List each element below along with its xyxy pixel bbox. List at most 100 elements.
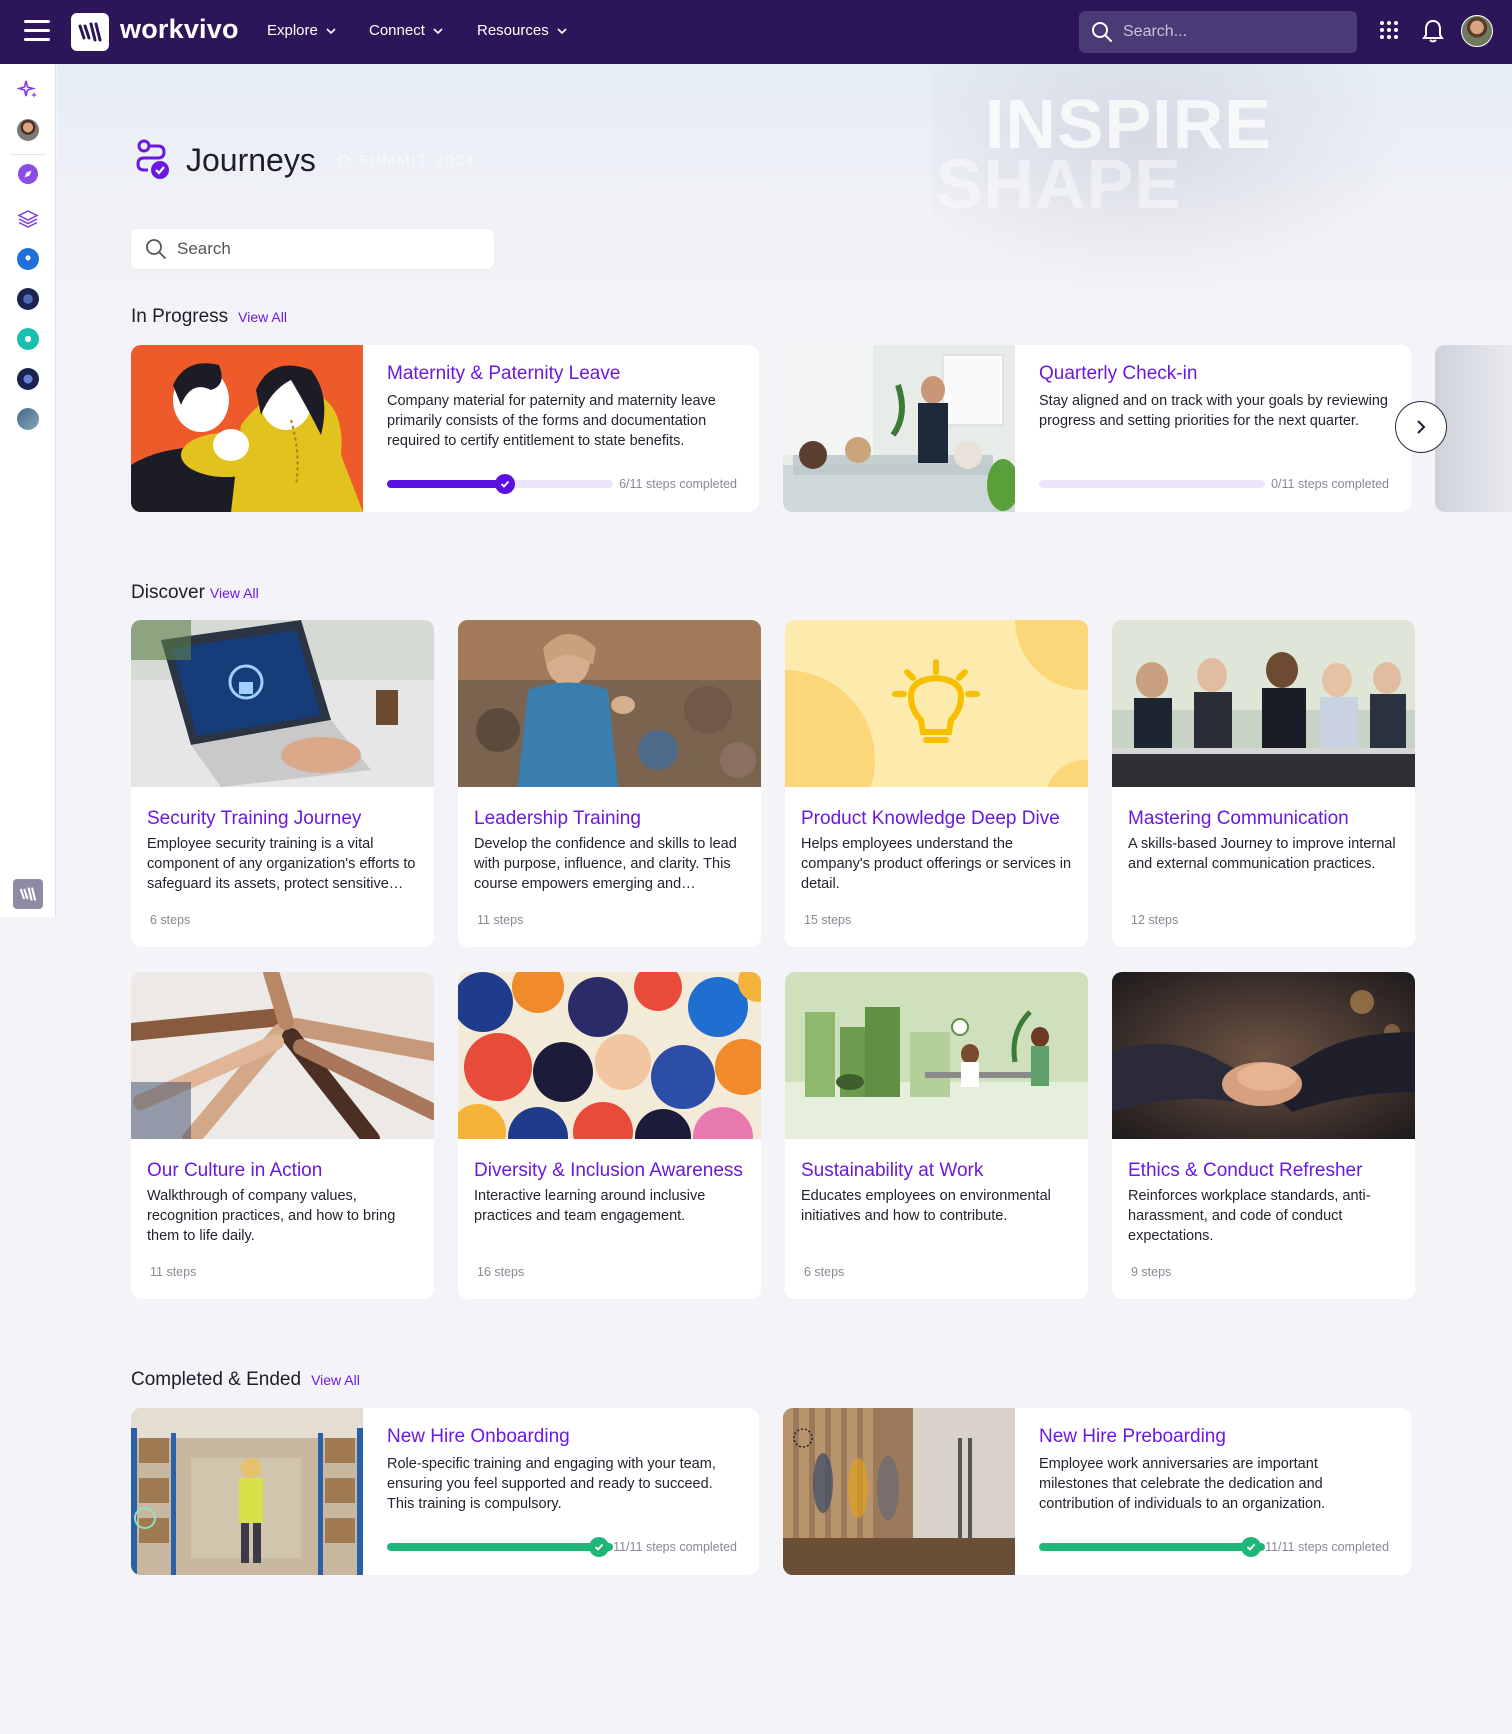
diverse-crowd-illustration <box>458 972 761 1139</box>
journey-card[interactable]: New Hire Preboarding Employee work anniv… <box>783 1408 1411 1575</box>
journey-card[interactable]: Diversity & Inclusion Awareness Interact… <box>458 972 761 1299</box>
progress-row: 11/11 steps completed <box>1039 1537 1389 1557</box>
journey-description: Interactive learning around inclusive pr… <box>474 1188 706 1224</box>
completed-header: Completed & Ended View All <box>131 1369 360 1391</box>
bell-icon[interactable] <box>1422 19 1444 48</box>
space-icon-5[interactable] <box>16 407 40 431</box>
journey-description: Develop the confidence and skills to lea… <box>474 836 737 892</box>
handshake-photo <box>1112 972 1415 1139</box>
compass-icon[interactable] <box>16 162 40 186</box>
journey-card[interactable]: Leadership Training Develop the confiden… <box>458 620 761 947</box>
nav-explore[interactable]: Explore <box>267 22 336 39</box>
progress-bar <box>1039 480 1265 488</box>
nav-resources[interactable]: Resources <box>477 22 567 39</box>
journey-title[interactable]: Product Knowledge Deep Dive <box>801 808 1072 830</box>
space-icon-3[interactable] <box>16 327 40 351</box>
journey-title[interactable]: Security Training Journey <box>147 808 418 830</box>
meeting-photo <box>783 345 1015 512</box>
journey-card[interactable]: Ethics & Conduct Refresher Reinforces wo… <box>1112 972 1415 1299</box>
global-search-input[interactable] <box>1123 23 1343 41</box>
page-header: Journeys O SUMMIT 2024 <box>134 138 476 182</box>
progress-bar <box>387 1537 613 1557</box>
progress-bar <box>387 474 613 494</box>
journeys-search-input[interactable] <box>177 239 477 259</box>
journey-card[interactable]: Maternity & Paternity Leave Company mate… <box>131 345 759 512</box>
journey-card[interactable]: Security Training Journey Employee secur… <box>131 620 434 947</box>
journey-title[interactable]: Our Culture in Action <box>147 1160 418 1182</box>
journey-title[interactable]: Mastering Communication <box>1128 808 1399 830</box>
progress-count: 11/11 steps completed <box>1265 1540 1389 1554</box>
journeys-search[interactable] <box>131 229 494 269</box>
section-title: In Progress <box>131 306 229 327</box>
layers-icon[interactable] <box>16 207 40 231</box>
nav-explore-label: Explore <box>267 22 318 39</box>
maternity-illustration <box>131 345 363 512</box>
apps-grid-icon[interactable] <box>1379 20 1399 45</box>
discover-header: Discover View All <box>131 582 259 604</box>
nav-connect[interactable]: Connect <box>369 22 443 39</box>
progress-bar <box>1039 1537 1265 1557</box>
journey-description: Helps employees understand the company's… <box>801 836 1072 892</box>
user-avatar[interactable] <box>1461 15 1493 47</box>
space-icon-2[interactable] <box>16 287 40 311</box>
journey-description: Employee security training is a vital co… <box>147 836 416 892</box>
hands-together-photo <box>131 972 434 1139</box>
journey-card[interactable]: Product Knowledge Deep Dive Helps employ… <box>785 620 1088 947</box>
progress-row: 6/11 steps completed <box>387 474 737 494</box>
section-title: Discover <box>131 582 205 603</box>
journey-card[interactable]: Quarterly Check-in Stay aligned and on t… <box>783 345 1411 512</box>
search-icon <box>1092 22 1112 42</box>
journey-description: Stay aligned and on track with your goal… <box>1039 393 1388 429</box>
journey-card[interactable]: Our Culture in Action Walkthrough of com… <box>131 972 434 1299</box>
check-icon <box>1241 1537 1261 1557</box>
journey-title[interactable]: New Hire Preboarding <box>1039 1426 1391 1448</box>
section-title: Completed & Ended <box>131 1369 302 1390</box>
step-count: 6 steps <box>150 913 191 927</box>
progress-count: 11/11 steps completed <box>613 1540 737 1554</box>
chevron-down-icon <box>326 27 336 34</box>
space-icon-1[interactable] <box>16 247 40 271</box>
sparkle-icon[interactable] <box>16 78 40 102</box>
rail-avatar[interactable] <box>16 118 40 142</box>
journey-title[interactable]: Maternity & Paternity Leave <box>387 363 739 385</box>
hero-word-shape: SHAPE <box>935 145 1182 223</box>
chevron-down-icon <box>557 27 567 34</box>
view-all-link[interactable]: View All <box>238 309 287 325</box>
progress-count: 0/11 steps completed <box>1271 477 1389 491</box>
journey-card[interactable]: New Hire Onboarding Role-specific traini… <box>131 1408 759 1575</box>
global-search[interactable] <box>1079 11 1357 53</box>
journeys-icon <box>136 139 169 179</box>
left-rail <box>0 64 56 917</box>
office-hallway-photo <box>783 1408 1015 1575</box>
progress-row: 0/11 steps completed <box>1039 477 1389 491</box>
search-icon <box>146 239 166 259</box>
journey-title[interactable]: Quarterly Check-in <box>1039 363 1391 385</box>
menu-icon[interactable] <box>24 20 50 42</box>
workvivo-small-logo-icon[interactable] <box>13 879 43 909</box>
journey-title[interactable]: Sustainability at Work <box>801 1160 1072 1182</box>
brand-name[interactable]: workvivo <box>120 14 239 45</box>
journey-title[interactable]: Diversity & Inclusion Awareness <box>474 1160 745 1182</box>
view-all-link[interactable]: View All <box>311 1372 360 1388</box>
step-count: 12 steps <box>1131 913 1179 927</box>
journey-title[interactable]: Leadership Training <box>474 808 745 830</box>
in-progress-header: In Progress View All <box>131 306 287 328</box>
progress-row: 11/11 steps completed <box>387 1537 737 1557</box>
step-count: 6 steps <box>804 1265 845 1279</box>
carousel-next-button[interactable] <box>1395 401 1447 453</box>
journey-description: Employee work anniversaries are importan… <box>1039 1456 1326 1512</box>
view-all-link[interactable]: View All <box>210 585 259 601</box>
step-count: 9 steps <box>1131 1265 1172 1279</box>
warehouse-photo <box>131 1408 363 1575</box>
green-office-illustration <box>785 972 1088 1139</box>
journey-card[interactable]: Mastering Communication A skills-based J… <box>1112 620 1415 947</box>
nav-connect-label: Connect <box>369 22 425 39</box>
step-count: 11 steps <box>477 913 524 927</box>
journey-title[interactable]: Ethics & Conduct Refresher <box>1128 1160 1399 1182</box>
space-icon-4[interactable] <box>16 367 40 391</box>
journey-card[interactable]: Sustainability at Work Educates employee… <box>785 972 1088 1299</box>
journey-title[interactable]: New Hire Onboarding <box>387 1426 739 1448</box>
workvivo-logo-icon[interactable] <box>71 13 109 51</box>
journey-description: Role-specific training and engaging with… <box>387 1456 716 1512</box>
journey-description: Company material for paternity and mater… <box>387 393 716 449</box>
